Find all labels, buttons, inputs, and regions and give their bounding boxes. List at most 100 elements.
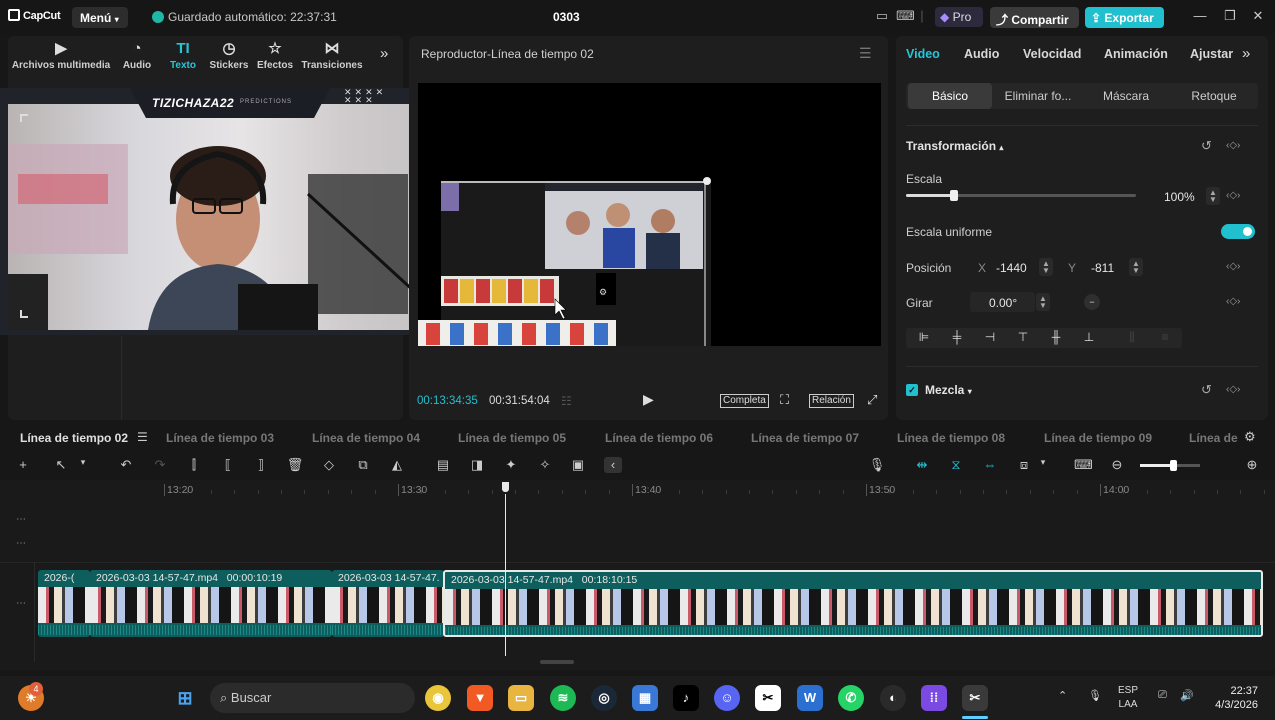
pos-y-input[interactable]: -811 bbox=[1091, 261, 1114, 275]
zoom-out-icon[interactable]: ⊖ bbox=[1108, 457, 1126, 473]
blend-title[interactable]: Mezcla ▾ bbox=[925, 383, 972, 397]
video-clip-selected[interactable]: 2026-03-03 14-57-47.mp4 00:18:10:15 bbox=[443, 570, 1263, 637]
rotate-dial-icon[interactable]: − bbox=[1084, 294, 1100, 310]
preview-axis-icon[interactable]: ⧈ bbox=[1015, 457, 1033, 473]
pos-x-stepper[interactable]: ▲ ▼ bbox=[1039, 258, 1053, 276]
align-bottom-icon[interactable]: ⊥ bbox=[1079, 330, 1099, 346]
chevron-down-icon[interactable]: ▾ bbox=[1034, 457, 1052, 473]
keyframe-icon[interactable]: ‹◇› bbox=[1226, 261, 1240, 272]
subtab-basic[interactable]: Básico bbox=[908, 83, 992, 109]
redo-icon[interactable]: ↷ bbox=[151, 457, 169, 473]
zoom-in-icon[interactable]: ⊕ bbox=[1243, 457, 1261, 473]
chrome-icon[interactable]: ◉ bbox=[425, 685, 451, 711]
select-tool-icon[interactable]: ↖ bbox=[52, 457, 70, 473]
minimize-icon[interactable]: — bbox=[1190, 8, 1210, 26]
microphone-icon[interactable]: 🎙 bbox=[1088, 689, 1102, 702]
tab-video[interactable]: Video bbox=[906, 47, 940, 61]
network-icon[interactable]: ⎚ bbox=[1158, 689, 1167, 702]
word-icon[interactable]: W bbox=[797, 685, 823, 711]
video-clip[interactable]: 2026-03-03 14-57-47.mp4 00:00:10:19 bbox=[90, 570, 332, 637]
speed-ramp-icon[interactable]: ◭ bbox=[388, 457, 406, 473]
undo-icon[interactable]: ↶ bbox=[117, 457, 135, 473]
pos-x-input[interactable]: -1440 bbox=[996, 261, 1027, 275]
share-button[interactable]: ⤴ Compartir bbox=[990, 7, 1079, 28]
video-clip[interactable]: 2026-03-03 14-57-47. bbox=[332, 570, 444, 637]
ai-person-icon[interactable]: ✦ bbox=[502, 457, 520, 473]
microphone-icon[interactable]: 🎙 bbox=[868, 457, 886, 473]
playhead-line[interactable] bbox=[505, 480, 506, 656]
delete-icon[interactable]: 🗑 bbox=[286, 457, 304, 473]
brave-icon[interactable]: ▼ bbox=[467, 685, 493, 711]
reset-icon[interactable]: ↺ bbox=[1201, 382, 1212, 398]
chevron-up-icon[interactable]: ⌃ bbox=[1058, 689, 1067, 702]
tab-timeline-08[interactable]: Línea de tiempo 08 bbox=[897, 431, 1005, 445]
freeze-icon[interactable]: ▤ bbox=[434, 457, 452, 473]
trim-right-icon[interactable]: ⟧ bbox=[252, 457, 270, 473]
tab-list-icon[interactable]: ☰ bbox=[137, 430, 148, 444]
tab-adjust[interactable]: Ajustar bbox=[1190, 47, 1233, 61]
tab-timeline-05[interactable]: Línea de tiempo 05 bbox=[458, 431, 566, 445]
align-left-icon[interactable]: ⊫ bbox=[914, 330, 934, 346]
align-center-v-icon[interactable]: ╫ bbox=[1046, 330, 1066, 346]
align-center-h-icon[interactable]: ╪ bbox=[947, 330, 967, 346]
timecode-grid-icon[interactable]: ☷ bbox=[561, 394, 572, 408]
layout-icon[interactable]: ▭ bbox=[873, 8, 891, 24]
collapse-icon[interactable]: ‹ bbox=[604, 457, 622, 473]
scale-slider[interactable] bbox=[906, 190, 1136, 201]
volume-icon[interactable]: 🔊 bbox=[1180, 689, 1194, 702]
subtab-mask[interactable]: Máscara bbox=[1084, 83, 1168, 109]
crop-icon[interactable]: ⧉ bbox=[354, 457, 372, 473]
hd-icon[interactable]: ▣ bbox=[569, 457, 587, 473]
keyframe-icon[interactable]: ‹◇› bbox=[1226, 190, 1240, 201]
track-options-icon[interactable]: ⋯ bbox=[16, 538, 26, 549]
more-tabs-icon[interactable]: » bbox=[1242, 45, 1250, 62]
menu-icon[interactable]: ☰ bbox=[859, 45, 872, 62]
main-track-magnet-icon[interactable]: ⇹ bbox=[913, 457, 931, 473]
tab-timeline-09[interactable]: Línea de tiempo 09 bbox=[1044, 431, 1152, 445]
align-top-icon[interactable]: ⊤ bbox=[1013, 330, 1033, 346]
tab-speed[interactable]: Velocidad bbox=[1023, 47, 1081, 61]
snapshot-icon[interactable]: ⛶ bbox=[780, 392, 789, 408]
zoom-slider-knob[interactable] bbox=[1170, 460, 1177, 471]
reset-icon[interactable]: ↺ bbox=[1201, 138, 1212, 154]
language-indicator[interactable]: ESP LAA bbox=[1118, 684, 1138, 712]
horizontal-scrollbar[interactable] bbox=[540, 660, 574, 664]
store-icon[interactable]: ▦ bbox=[632, 685, 658, 711]
link-icon[interactable]: ⇔ bbox=[981, 457, 999, 473]
tab-timeline-02[interactable]: Línea de tiempo 02 bbox=[20, 431, 128, 445]
discord-icon[interactable]: ☺ bbox=[714, 685, 740, 711]
video-preview[interactable]: ⚙ bbox=[418, 83, 881, 346]
magic-icon[interactable]: ✧ bbox=[536, 457, 554, 473]
ratio-button[interactable]: Relación bbox=[809, 394, 854, 408]
app-grid-icon[interactable]: ⁞⁞ bbox=[921, 685, 947, 711]
scale-stepper[interactable]: ▲ ▼ bbox=[1206, 187, 1220, 205]
align-right-icon[interactable]: ⊣ bbox=[980, 330, 1000, 346]
play-icon[interactable]: ▶ bbox=[643, 391, 654, 408]
tool-effects[interactable]: ☆ Efectos bbox=[248, 40, 302, 71]
rotate-input[interactable]: 0.00° bbox=[989, 296, 1017, 310]
video-clip[interactable]: 2026-( bbox=[38, 570, 90, 637]
rotate-stepper[interactable]: ▲ ▼ bbox=[1036, 293, 1050, 311]
keyboard-icon[interactable]: ⌨ bbox=[896, 8, 915, 24]
blend-checkbox[interactable]: ✓ bbox=[906, 384, 918, 396]
tab-timeline-04[interactable]: Línea de tiempo 04 bbox=[312, 431, 420, 445]
chevron-down-icon[interactable]: ▾ bbox=[74, 457, 92, 473]
full-quality-button[interactable]: Completa bbox=[720, 394, 769, 408]
obs-icon[interactable]: ◐ bbox=[880, 685, 906, 711]
transform-title[interactable]: Transformación ▴ bbox=[906, 139, 1003, 153]
capcut-active-icon[interactable]: ✂ bbox=[962, 685, 988, 711]
close-icon[interactable]: ✕ bbox=[1248, 8, 1268, 26]
whatsapp-icon[interactable]: ✆ bbox=[838, 685, 864, 711]
tab-timeline-06[interactable]: Línea de tiempo 06 bbox=[605, 431, 713, 445]
subtab-retouch[interactable]: Retoque bbox=[1172, 83, 1256, 109]
tab-timeline-07[interactable]: Línea de tiempo 07 bbox=[751, 431, 859, 445]
scale-slider-knob[interactable] bbox=[950, 190, 959, 201]
playhead-handle[interactable] bbox=[500, 480, 511, 494]
more-tools-icon[interactable]: » bbox=[380, 45, 388, 62]
zoom-slider[interactable] bbox=[1140, 460, 1200, 471]
tab-timeline-03[interactable]: Línea de tiempo 03 bbox=[166, 431, 274, 445]
timeline-fit-icon[interactable]: ⌨ bbox=[1074, 457, 1093, 473]
tiktok-icon[interactable]: ♪ bbox=[673, 685, 699, 711]
mirror-icon[interactable]: ◨ bbox=[468, 457, 486, 473]
fullscreen-icon[interactable]: ⤢ bbox=[867, 392, 877, 408]
